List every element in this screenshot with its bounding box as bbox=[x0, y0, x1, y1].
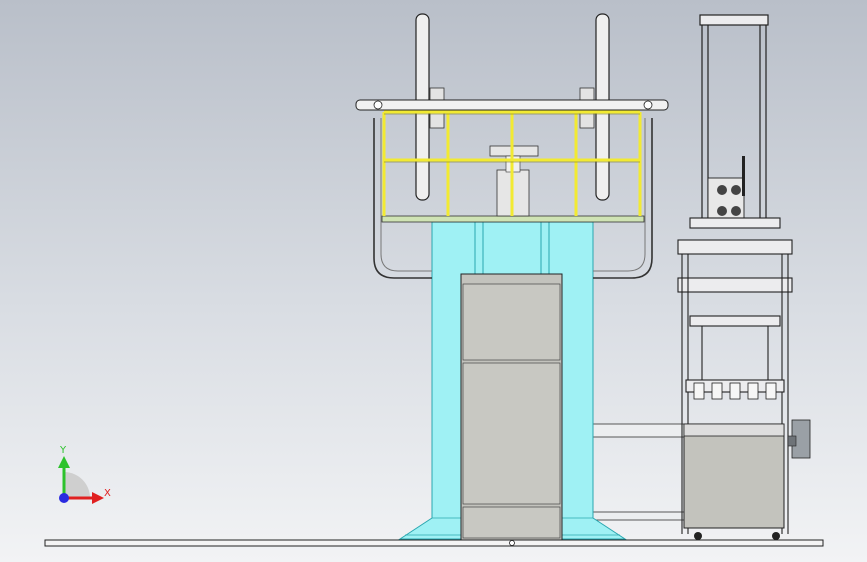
motor-unit bbox=[787, 419, 811, 459]
y-axis-label: Y bbox=[59, 445, 67, 456]
axle-beam bbox=[355, 99, 669, 111]
triad-plane bbox=[64, 472, 90, 498]
x-axis-head bbox=[92, 492, 104, 504]
frame-lower-box bbox=[683, 423, 785, 529]
cad-viewport[interactable]: Y X bbox=[0, 0, 867, 562]
coordinate-triad: Y X bbox=[58, 445, 111, 504]
control-cabinet bbox=[460, 273, 563, 541]
origin-dot bbox=[59, 493, 69, 503]
center-post bbox=[489, 145, 539, 217]
connecting-bars bbox=[591, 423, 695, 521]
base-rail bbox=[44, 539, 824, 547]
machine-drawing: Y X bbox=[44, 13, 824, 547]
roller-block bbox=[707, 156, 745, 221]
casters bbox=[694, 532, 780, 540]
y-axis-head bbox=[58, 456, 70, 468]
x-axis-label: X bbox=[104, 488, 111, 499]
